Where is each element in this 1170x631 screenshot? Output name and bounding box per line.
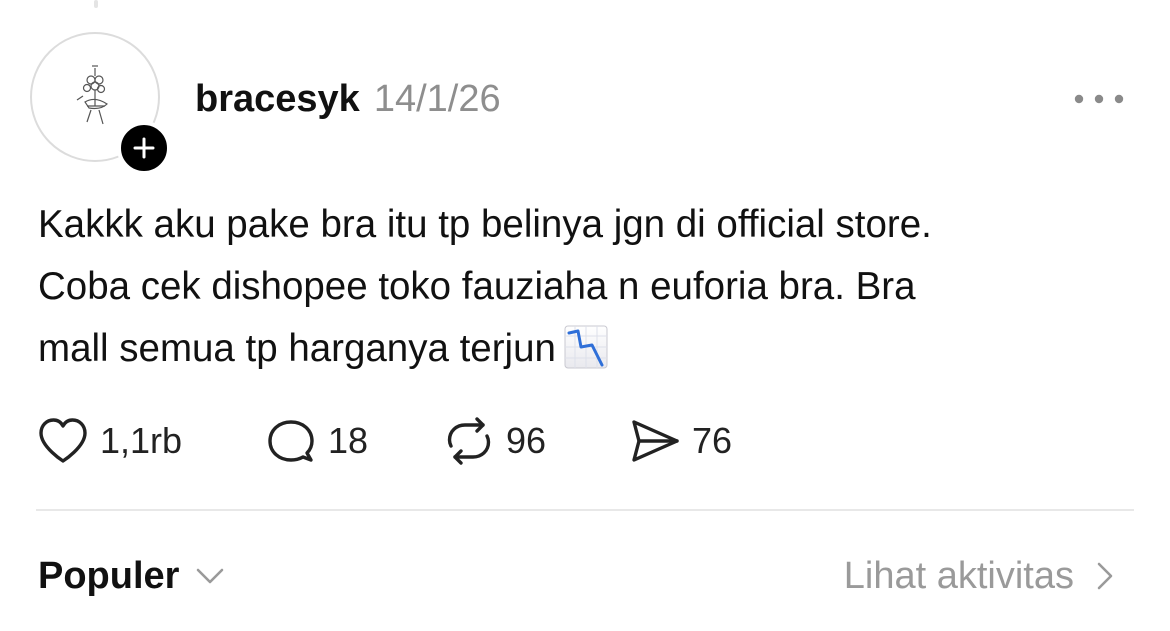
reply-count: 18 — [328, 420, 369, 461]
thread-connector-line — [94, 0, 98, 8]
view-activity-link[interactable]: Lihat aktivitas — [844, 551, 1114, 601]
more-options-button[interactable] — [1068, 84, 1130, 114]
repost-count: 96 — [506, 420, 547, 461]
chart-decreasing-emoji-icon — [564, 325, 608, 369]
repost-button[interactable]: 96 — [442, 416, 628, 466]
post-body: Kakkk aku pake bra itu tp belinya jgn di… — [38, 194, 1138, 380]
threads-post-view: bracesyk 14/1/26 Kakkk aku pake bra itu … — [0, 0, 1170, 631]
post-text-line: Coba cek dishopee toko fauziaha n eufori… — [38, 265, 916, 308]
chevron-right-icon — [1097, 562, 1113, 590]
post-actions-bar: 1,1rb 18 96 76 — [36, 412, 732, 470]
post-header: bracesyk 14/1/26 — [195, 74, 501, 124]
heart-icon — [39, 418, 87, 463]
sort-dropdown[interactable]: Populer — [38, 551, 225, 601]
post-text-line-last: mall semua tp harganya terjun — [38, 318, 1138, 380]
reply-button[interactable]: 18 — [264, 416, 442, 466]
sort-label: Populer — [38, 554, 180, 597]
post-text-line: mall semua tp harganya terjun — [38, 327, 556, 370]
chevron-down-icon — [197, 568, 224, 584]
share-count: 76 — [692, 420, 733, 461]
post-timestamp: 14/1/26 — [373, 77, 501, 120]
like-button[interactable]: 1,1rb — [36, 416, 264, 466]
flower-doodle-icon — [76, 65, 108, 125]
comment-icon — [268, 420, 314, 462]
repost-icon — [447, 417, 491, 465]
plus-icon — [133, 137, 155, 159]
divider — [36, 509, 1134, 511]
username[interactable]: bracesyk — [195, 78, 360, 121]
share-button[interactable]: 76 — [628, 416, 732, 466]
activity-label: Lihat aktivitas — [843, 554, 1074, 597]
follow-button[interactable] — [117, 121, 171, 175]
like-count: 1,1rb — [100, 420, 183, 461]
post-text-line: Kakkk aku pake bra itu tp belinya jgn di… — [38, 203, 932, 246]
more-horizontal-icon — [1074, 94, 1124, 104]
send-icon — [632, 420, 679, 462]
